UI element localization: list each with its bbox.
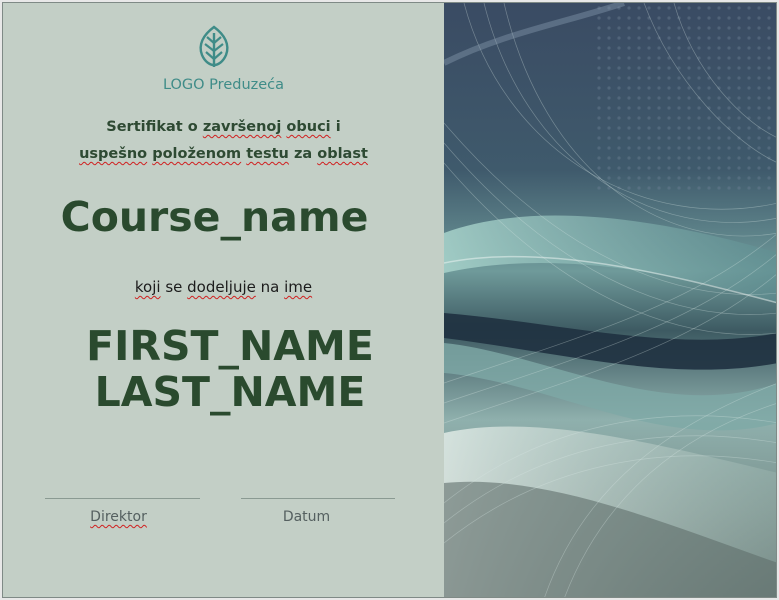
awarded-word: se [165,278,183,296]
course-name: Course_name [60,193,369,241]
abstract-wave-graphic [444,3,776,597]
certificate-intro-line-2: uspešno položenom testu za oblast [3,146,444,162]
intro-word-misspelled: završenoj [202,119,282,135]
certificate-text-panel: LOGO Preduzeća Sertifikat o završenoj ob… [3,3,444,597]
awarded-word-misspelled: ime [284,278,313,296]
awarded-to-text: koji se dodeljuje na ime [3,278,444,296]
intro-word: za [293,146,313,162]
recipient-first-name: FIRST_NAME [86,322,374,370]
awarded-word: na [260,278,280,296]
certificate-page: LOGO Preduzeća Sertifikat o završenoj ob… [2,2,777,598]
intro-word: i [335,119,341,135]
intro-word: o [187,119,198,135]
decorative-wave-panel [444,3,776,597]
intro-word-misspelled: obuci [286,119,331,135]
director-signature-line [45,498,200,499]
leaf-icon [199,25,229,67]
recipient-last-name: LAST_NAME [94,368,366,416]
awarded-word-misspelled: koji [134,278,161,296]
date-signature-line [241,498,395,499]
awarded-word-misspelled: dodeljuje [187,278,256,296]
intro-word-misspelled: testu [246,146,289,162]
intro-word: Sertifikat [106,119,183,135]
director-label-text: Direktor [90,509,147,525]
intro-word-misspelled: položenom [152,146,242,162]
director-label: Direktor [41,509,196,525]
date-label: Datum [282,509,331,525]
company-logo-text: LOGO Preduzeća [162,77,285,93]
intro-word-misspelled: oblast [317,146,368,162]
certificate-intro-line-1: Sertifikat o završenoj obuci i [3,119,444,135]
intro-word-misspelled: uspešno [79,146,148,162]
